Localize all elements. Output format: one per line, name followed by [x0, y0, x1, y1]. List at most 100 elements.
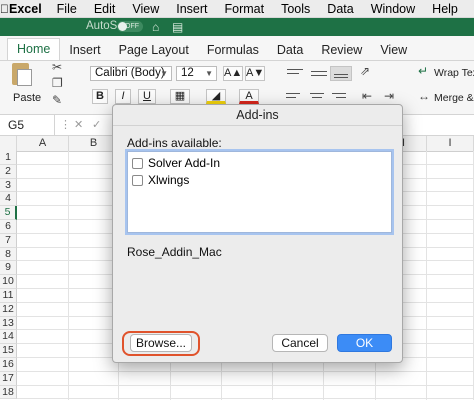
row-header-6[interactable]: 6 [0, 220, 17, 234]
tab-home[interactable]: Home [7, 38, 61, 60]
add-ins-dialog: Add-ins Add-ins available: Solver Add-In… [112, 104, 403, 363]
tab-formulas[interactable]: Formulas [198, 40, 268, 60]
excel-title-bar: AutoSave OFF ⌂ ▤ [0, 18, 474, 36]
wrap-text-icon[interactable]: ↵ [418, 64, 428, 78]
row-header-14[interactable]: 14 [0, 330, 17, 345]
row-header-13[interactable]: 13 [0, 316, 17, 331]
select-all-corner[interactable] [0, 136, 17, 151]
underline-button[interactable]: U [138, 89, 156, 104]
save-icon[interactable]: ▤ [172, 20, 183, 34]
row-header-2[interactable]: 2 [0, 164, 17, 179]
tab-view[interactable]: View [371, 40, 416, 60]
chevron-down-icon: ▼ [205, 69, 213, 78]
tab-insert[interactable]: Insert [60, 40, 109, 60]
menu-format[interactable]: Format [225, 2, 265, 16]
row-header-1[interactable]: 1 [0, 151, 17, 165]
decrease-indent-icon[interactable]: ⇤ [362, 89, 372, 103]
ok-button[interactable]: OK [337, 334, 392, 352]
name-box[interactable]: G5 [0, 115, 55, 135]
paste-icon[interactable] [12, 63, 32, 86]
cancel-entry-icon[interactable]: ✕ [74, 118, 83, 131]
orientation-icon[interactable]: ⇗ [360, 64, 370, 78]
cut-icon[interactable]: ✂ [52, 60, 62, 74]
align-center-icon[interactable] [308, 91, 328, 103]
list-item[interactable]: Solver Add-In [132, 155, 220, 171]
row-header-15[interactable]: 15 [0, 344, 17, 358]
bold-button[interactable]: B [92, 89, 108, 104]
dialog-title: Add-ins [113, 105, 402, 126]
column-gridline [68, 151, 69, 400]
shrink-font-button[interactable]: A▼ [245, 66, 265, 81]
ribbon-tabs: Home Insert Page Layout Formulas Data Re… [0, 36, 474, 61]
menu-window[interactable]: Window [371, 2, 415, 16]
browse-button[interactable]: Browse... [130, 334, 192, 352]
mac-menu-bar:  Excel File Edit View Insert Format Too… [0, 0, 474, 18]
dropdown-icon[interactable]: ⋮ [60, 118, 71, 131]
selected-addin-path: Rose_Addin_Mac [127, 245, 222, 259]
align-right-icon[interactable] [330, 91, 350, 103]
menu-file[interactable]: File [57, 2, 77, 16]
wrap-text-button[interactable]: Wrap Text [434, 67, 474, 79]
menu-help[interactable]: Help [432, 2, 458, 16]
menu-excel[interactable]: Excel [9, 2, 42, 16]
column-header-a[interactable]: A [17, 136, 69, 151]
font-color-icon[interactable]: A [239, 89, 259, 104]
row-header-7[interactable]: 7 [0, 233, 17, 248]
italic-button[interactable]: I [115, 89, 131, 104]
menu-data[interactable]: Data [327, 2, 353, 16]
row-header-8[interactable]: 8 [0, 247, 17, 262]
fill-color-icon[interactable]: ◢ [206, 89, 226, 104]
row-gridline [17, 370, 474, 372]
xlwings-checkbox[interactable] [132, 174, 143, 186]
increase-indent-icon[interactable]: ⇥ [384, 89, 394, 103]
confirm-entry-icon[interactable]: ✓ [92, 118, 101, 131]
font-size-dropdown[interactable]: 12 ▼ [176, 66, 217, 81]
row-header-10[interactable]: 10 [0, 275, 17, 289]
cancel-button[interactable]: Cancel [272, 334, 328, 352]
solver-checkbox[interactable] [132, 157, 143, 169]
row-header-12[interactable]: 12 [0, 302, 17, 317]
align-top-icon[interactable] [284, 66, 306, 81]
row-header-17[interactable]: 17 [0, 371, 17, 386]
tab-data[interactable]: Data [268, 40, 312, 60]
apple-menu-icon[interactable]:  [0, 2, 9, 16]
row-header-16[interactable]: 16 [0, 358, 17, 372]
add-ins-available-label: Add-ins available: [127, 136, 222, 150]
addin-name: Xlwings [148, 173, 190, 187]
add-ins-list[interactable]: Solver Add-In Xlwings [127, 151, 392, 233]
merge-icon[interactable]: ↔ [418, 89, 430, 103]
align-middle-icon[interactable] [308, 66, 330, 81]
font-name-value: Calibri (Body) [95, 67, 165, 79]
row-header-3[interactable]: 3 [0, 178, 17, 193]
list-item[interactable]: Xlwings [132, 172, 189, 188]
menu-view[interactable]: View [132, 2, 159, 16]
align-bottom-icon[interactable] [330, 66, 352, 81]
paste-button-label[interactable]: Paste [13, 92, 41, 104]
menu-insert[interactable]: Insert [176, 2, 207, 16]
tab-page-layout[interactable]: Page Layout [110, 40, 198, 60]
chevron-down-icon: ▼ [160, 69, 168, 78]
tab-review[interactable]: Review [312, 40, 371, 60]
borders-icon[interactable]: ▦ [170, 89, 190, 104]
row-header-11[interactable]: 11 [0, 289, 17, 303]
font-size-value: 12 [181, 67, 194, 79]
merge-center-button[interactable]: Merge & C [434, 92, 474, 104]
copy-icon[interactable]: ❐ [52, 76, 63, 90]
addin-name: Solver Add-In [148, 156, 221, 170]
row-header-9[interactable]: 9 [0, 261, 17, 276]
row-header-4[interactable]: 4 [0, 192, 17, 207]
row-gridline [17, 384, 474, 386]
column-header-i[interactable]: I [427, 136, 474, 151]
align-left-icon[interactable] [284, 91, 304, 103]
row-gridline [17, 398, 474, 400]
column-gridline [426, 151, 427, 400]
row-header-5[interactable]: 5 [0, 206, 17, 220]
font-name-dropdown[interactable]: Calibri (Body) ▼ [90, 66, 172, 81]
format-painter-icon[interactable]: ✎ [52, 93, 62, 107]
row-header-18[interactable]: 18 [0, 385, 17, 400]
autosave-toggle[interactable]: OFF [117, 21, 143, 32]
menu-edit[interactable]: Edit [94, 2, 116, 16]
menu-tools[interactable]: Tools [281, 2, 310, 16]
home-icon[interactable]: ⌂ [152, 20, 159, 34]
grow-font-button[interactable]: A▲ [223, 66, 243, 81]
